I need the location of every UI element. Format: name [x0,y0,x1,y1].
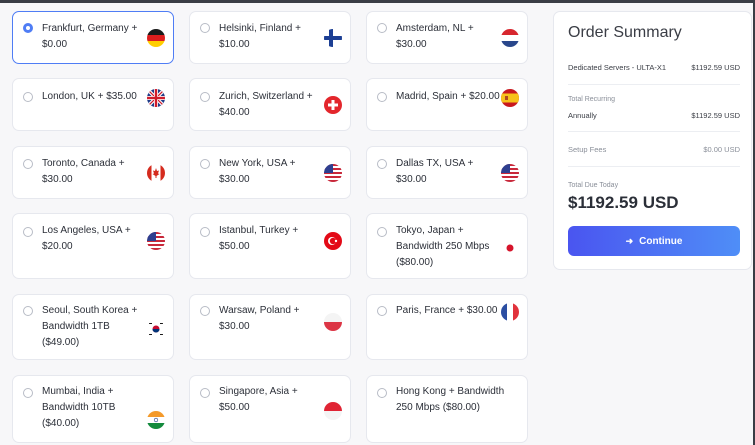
divider [568,166,740,167]
india-flag-icon [147,411,165,429]
location-option-helsinki[interactable]: Helsinki, Finland + $10.00 [189,11,351,64]
location-option-new-york[interactable]: New York, USA + $30.00 [189,146,351,199]
location-label: Istanbul, Turkey + $50.00 [219,225,299,252]
poland-flag-icon [324,313,342,331]
location-option-london[interactable]: London, UK + $35.00 [12,78,174,131]
radio-button[interactable] [200,92,210,102]
singapore-flag-icon [324,402,342,420]
location-option-amsterdam[interactable]: Amsterdam, NL + $30.00 [366,11,528,64]
order-summary-title: Order Summary [568,24,682,41]
product-price: $1192.59 USD [691,63,740,72]
continue-button[interactable]: ➜ Continue [568,226,740,256]
south-korea-flag-icon [147,320,165,338]
location-grid: Frankfurt, Germany + $0.00 Helsinki, Fin… [12,11,528,445]
radio-button[interactable] [200,159,210,169]
usa-flag-icon [501,164,519,182]
location-option-dallas[interactable]: Dallas TX, USA + $30.00 [366,146,528,199]
continue-label: Continue [639,235,683,247]
total-recurring-label: Total Recurring [568,96,616,103]
location-label: Singapore, Asia + $50.00 [219,386,298,413]
location-option-zurich[interactable]: Zurich, Switzerland + $40.00 [189,78,351,131]
location-option-hong-kong[interactable]: Hong Kong + Bandwidth 250 Mbps ($80.00) [366,375,528,443]
radio-button[interactable] [377,227,387,237]
location-label: Hong Kong + Bandwidth 250 Mbps ($80.00) [396,386,505,413]
setup-fees-label: Setup Fees [568,145,607,154]
product-row: Dedicated Servers - ULTA-X1 $1192.59 USD [568,63,740,72]
window-top-border [0,0,755,3]
radio-button[interactable] [23,227,33,237]
annually-price: $1192.59 USD [691,111,740,120]
location-label: Frankfurt, Germany + $0.00 [42,23,138,50]
location-label: New York, USA + $30.00 [219,158,296,185]
netherlands-flag-icon [501,29,519,47]
radio-button[interactable] [377,306,387,316]
radio-button[interactable] [200,306,210,316]
canada-flag-icon [147,164,165,182]
location-option-madrid[interactable]: Madrid, Spain + $20.00 [366,78,528,131]
annually-row: Annually $1192.59 USD [568,111,740,120]
location-option-warsaw[interactable]: Warsaw, Poland + $30.00 [189,294,351,360]
location-option-paris[interactable]: Paris, France + $30.00 [366,294,528,360]
radio-button[interactable] [23,159,33,169]
location-label: Toronto, Canada + $30.00 [42,158,125,185]
divider [568,84,740,85]
japan-flag-icon [501,239,519,257]
location-option-los-angeles[interactable]: Los Angeles, USA + $20.00 [12,213,174,279]
radio-button[interactable] [200,388,210,398]
location-option-frankfurt[interactable]: Frankfurt, Germany + $0.00 [12,11,174,64]
location-option-singapore[interactable]: Singapore, Asia + $50.00 [189,375,351,443]
usa-flag-icon [147,232,165,250]
location-option-toronto[interactable]: Toronto, Canada + $30.00 [12,146,174,199]
total-due-value: $1192.59 USD [568,193,679,212]
page: Frankfurt, Germany + $0.00 Helsinki, Fin… [0,0,755,445]
radio-button[interactable] [377,23,387,33]
annually-label: Annually [568,111,597,120]
total-due-label: Total Due Today [568,182,619,189]
radio-button[interactable] [23,388,33,398]
radio-button[interactable] [23,92,33,102]
setup-fees-row: Setup Fees $0.00 USD [568,145,740,154]
spain-flag-icon [501,89,519,107]
location-option-istanbul[interactable]: Istanbul, Turkey + $50.00 [189,213,351,279]
location-label: Los Angeles, USA + $20.00 [42,225,131,252]
location-option-seoul[interactable]: Seoul, South Korea + Bandwidth 1TB ($49.… [12,294,174,360]
turkey-flag-icon [324,232,342,250]
switzerland-flag-icon [324,96,342,114]
radio-button[interactable] [200,23,210,33]
uk-flag-icon [147,89,165,107]
location-label: Helsinki, Finland + $10.00 [219,23,301,50]
usa-flag-icon [324,164,342,182]
product-name: Dedicated Servers - ULTA-X1 [568,63,667,72]
divider [568,131,740,132]
radio-button[interactable] [23,23,33,33]
location-label: Dallas TX, USA + $30.00 [396,158,474,185]
setup-fees-price: $0.00 USD [703,145,740,154]
radio-button[interactable] [377,388,387,398]
location-label: Warsaw, Poland + $30.00 [219,305,300,332]
location-label: Mumbai, India + Bandwidth 10TB ($40.00) [42,386,116,429]
order-summary-panel: Order Summary Dedicated Servers - ULTA-X… [553,11,752,270]
radio-button[interactable] [377,159,387,169]
radio-button[interactable] [23,306,33,316]
location-label: Zurich, Switzerland + $40.00 [219,91,313,118]
france-flag-icon [501,303,519,321]
location-option-mumbai[interactable]: Mumbai, India + Bandwidth 10TB ($40.00) [12,375,174,443]
germany-flag-icon [147,29,165,47]
finland-flag-icon [324,29,342,47]
radio-button[interactable] [377,92,387,102]
location-option-tokyo[interactable]: Tokyo, Japan + Bandwidth 250 Mbps ($80.0… [366,213,528,279]
radio-button[interactable] [200,227,210,237]
location-label: Amsterdam, NL + $30.00 [396,23,474,50]
arrow-right-icon: ➜ [625,235,634,246]
